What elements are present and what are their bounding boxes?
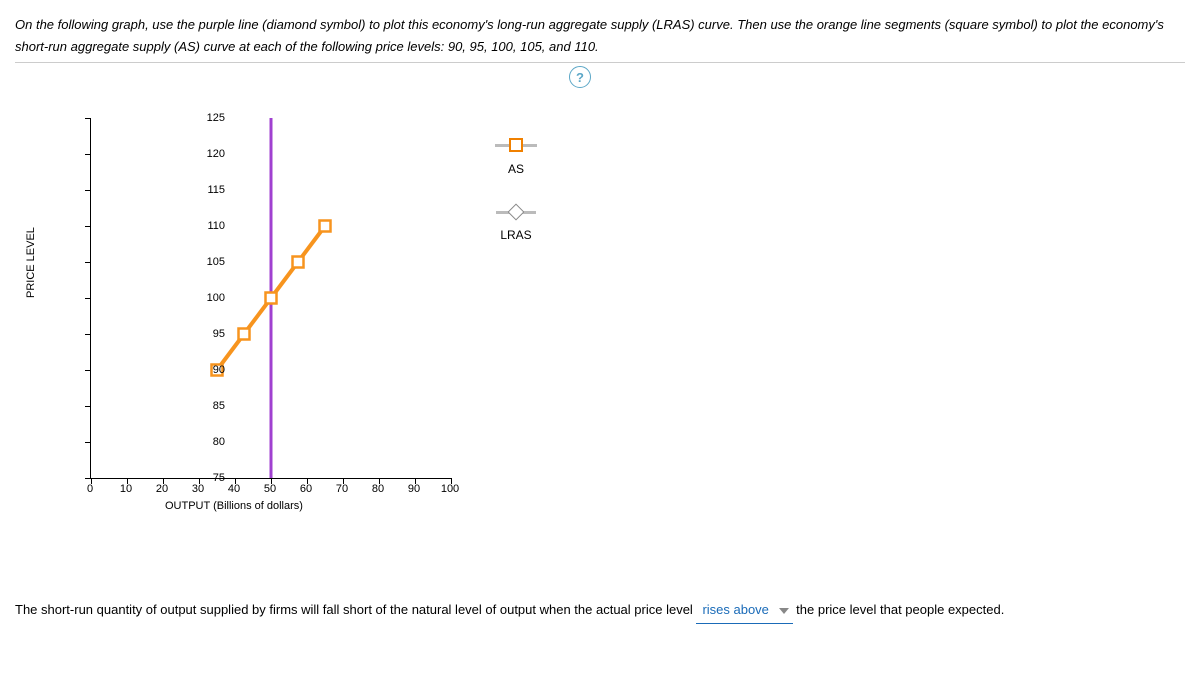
square-icon [509,138,523,152]
plot-svg [91,118,451,478]
x-tick-label: 50 [264,483,276,495]
dropdown-selected: rises above [702,602,768,617]
x-axis-label: OUTPUT (Billions of dollars) [165,500,303,512]
as-point[interactable] [293,257,304,268]
x-tick-label: 100 [441,483,459,495]
diamond-icon [508,204,525,221]
y-tick-label: 110 [195,220,225,232]
dash-icon [495,144,509,147]
legend-item-as[interactable]: AS [495,138,537,176]
as-point[interactable] [320,221,331,232]
graph-container: ? PRICE LEVEL OUTPUT (Billions of dollar… [15,88,595,568]
y-tick-label: 80 [195,436,225,448]
y-tick-label: 125 [195,112,225,124]
y-tick-label: 120 [195,148,225,160]
legend: AS LRAS [495,138,537,272]
chevron-down-icon [779,608,789,614]
fill-in-sentence: The short-run quantity of output supplie… [15,598,1185,623]
sentence-part1: The short-run quantity of output supplie… [15,602,693,617]
help-button[interactable]: ? [569,66,591,88]
legend-item-lras[interactable]: LRAS [495,206,537,242]
legend-label-as: AS [495,162,537,176]
x-tick-label: 90 [408,483,420,495]
y-axis-label: PRICE LEVEL [25,227,37,298]
answer-dropdown[interactable]: rises above [696,598,792,623]
x-tick-label: 80 [372,483,384,495]
x-tick-label: 20 [156,483,168,495]
sentence-part2: the price level that people expected. [796,602,1004,617]
dash-icon [523,144,537,147]
x-tick-label: 30 [192,483,204,495]
x-tick-label: 40 [228,483,240,495]
plot-area[interactable] [90,118,451,479]
x-tick-label: 10 [120,483,132,495]
legend-label-lras: LRAS [495,228,537,242]
as-point[interactable] [239,329,250,340]
y-tick-label: 115 [195,184,225,196]
as-point[interactable] [266,293,277,304]
y-tick-label: 105 [195,256,225,268]
y-tick-label: 85 [195,400,225,412]
y-tick-label: 100 [195,292,225,304]
x-tick-label: 0 [87,483,93,495]
x-tick-label: 60 [300,483,312,495]
x-tick-label: 70 [336,483,348,495]
y-tick-label: 90 [195,364,225,376]
instructions-text: On the following graph, use the purple l… [15,10,1185,63]
y-tick-label: 95 [195,328,225,340]
